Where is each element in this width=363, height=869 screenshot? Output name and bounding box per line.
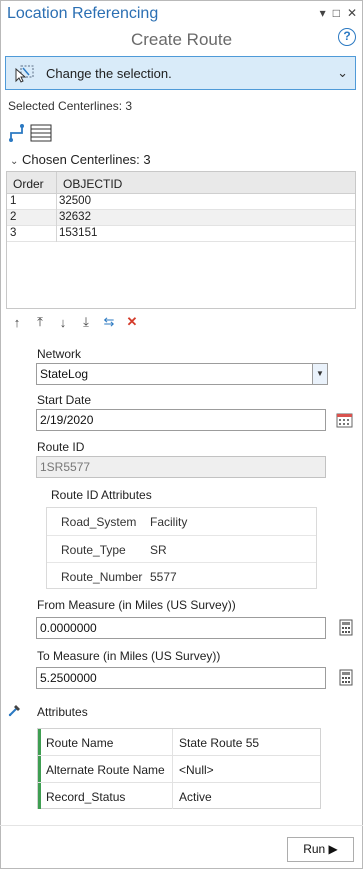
network-label: Network [37,347,82,361]
chevron-down-icon: ⌄ [337,65,348,80]
attr-key: Route_Type [61,543,126,557]
cell-order: 3 [10,227,17,239]
select-tool-icon [15,65,34,83]
table-row[interactable]: 2 32632 [7,210,355,226]
route-id-value: 1SR5577 [40,460,91,474]
required-marker [38,783,41,809]
column-divider [56,226,57,242]
eyedropper-icon[interactable] [7,702,23,718]
chevron-down-icon[interactable]: ▼ [312,364,327,384]
remove-icon[interactable]: ✕ [124,314,140,330]
divider [47,562,316,563]
cell-order: 2 [10,211,17,223]
start-date-label: Start Date [37,393,92,407]
attr-value: 5577 [150,570,177,584]
move-to-top-icon[interactable]: ⤒ [32,314,48,330]
attr-key: Route_Number [61,570,143,584]
column-divider [56,210,57,226]
cell-order: 1 [10,195,17,207]
attribute-value[interactable]: <Null> [179,763,214,777]
column-divider [172,783,173,809]
row-order-toolbar: ↑ ⤒ ↓ ⤓ ⇆ ✕ [9,314,140,330]
attr-value: SR [150,543,167,557]
maximize-icon[interactable]: □ [333,6,340,20]
network-value: StateLog [40,367,89,381]
selection-instruction: Change the selection. [46,66,172,81]
column-divider [56,172,57,194]
move-down-icon[interactable]: ↓ [55,315,71,330]
cell-objectid: 32632 [59,211,91,223]
footer-divider [0,825,363,826]
move-up-icon[interactable]: ↑ [9,315,25,330]
select-route-tool-icon[interactable] [8,123,26,143]
tool-title: Create Route [130,30,233,49]
to-measure-field[interactable]: 5.2500000 [36,667,326,689]
chevron-down-icon: ⌄ [10,156,19,167]
attr-key: Road_System [61,515,137,529]
attr-value: Facility [150,515,188,529]
from-measure-value: 0.0000000 [40,621,97,635]
pane-title: Location Referencing [7,5,159,22]
to-measure-label: To Measure (in Miles (US Survey)) [37,649,221,663]
start-date-field[interactable]: 2/19/2020 [36,409,326,431]
calculator-icon[interactable] [339,619,353,636]
required-marker [38,756,41,782]
column-divider [56,194,57,210]
table-row[interactable]: 3 153151 [7,226,355,242]
from-measure-field[interactable]: 0.0000000 [36,617,326,639]
chosen-centerlines-table: Order OBJECTID 1 32500 2 32632 3 153151 [6,171,356,309]
column-divider [172,756,173,782]
selection-dropdown[interactable]: Change the selection. ⌄ [5,56,356,90]
table-row[interactable]: 1 32500 [7,194,355,210]
network-select[interactable]: StateLog ▼ [36,363,328,385]
route-id-attributes-label: Route ID Attributes [51,488,152,502]
move-to-bottom-icon[interactable]: ⤓ [78,314,94,330]
chosen-centerlines-header[interactable]: ⌄ Chosen Centerlines: 3 [10,152,151,167]
table-row[interactable]: Alternate Route Name <Null> [38,756,320,783]
table-row[interactable]: Record_Status Active [38,783,320,810]
cell-objectid: 32500 [59,195,91,207]
start-date-value: 2/19/2020 [40,413,94,427]
attribute-value[interactable]: State Route 55 [179,736,259,750]
table-header: Order OBJECTID [7,172,355,194]
column-divider [172,729,173,755]
route-id-field: 1SR5577 [36,456,326,478]
attribute-name: Record_Status [46,790,126,804]
selected-centerlines-count: Selected Centerlines: 3 [8,99,133,113]
calendar-icon[interactable] [336,412,353,428]
to-measure-value: 5.2500000 [40,671,97,685]
pane-controls: ▾ □ ✕ [320,6,357,20]
route-id-attributes-table: Road_System Facility Route_Type SR Route… [46,507,317,589]
help-icon[interactable]: ? [338,28,356,46]
run-button[interactable]: Run ▶ [287,837,354,862]
column-header-objectid[interactable]: OBJECTID [63,177,122,191]
from-measure-label: From Measure (in Miles (US Survey)) [37,598,236,612]
calculator-icon[interactable] [339,669,353,686]
route-id-label: Route ID [37,440,85,454]
table-row[interactable]: Route Name State Route 55 [38,729,320,756]
chosen-centerlines-label: Chosen Centerlines: 3 [22,152,151,167]
required-marker [38,729,41,755]
reverse-direction-icon[interactable]: ⇆ [101,314,117,330]
cell-objectid: 153151 [59,227,98,239]
pane-menu-chevron-icon[interactable]: ▾ [320,6,326,20]
attribute-value[interactable]: Active [179,790,212,804]
attribute-table-icon[interactable] [30,124,52,142]
attribute-name: Alternate Route Name [46,763,165,777]
close-icon[interactable]: ✕ [347,6,357,20]
attribute-name: Route Name [46,736,114,750]
divider [47,535,316,536]
attributes-table: Route Name State Route 55 Alternate Rout… [37,728,321,809]
attributes-label: Attributes [37,705,88,719]
column-header-order[interactable]: Order [13,177,44,191]
